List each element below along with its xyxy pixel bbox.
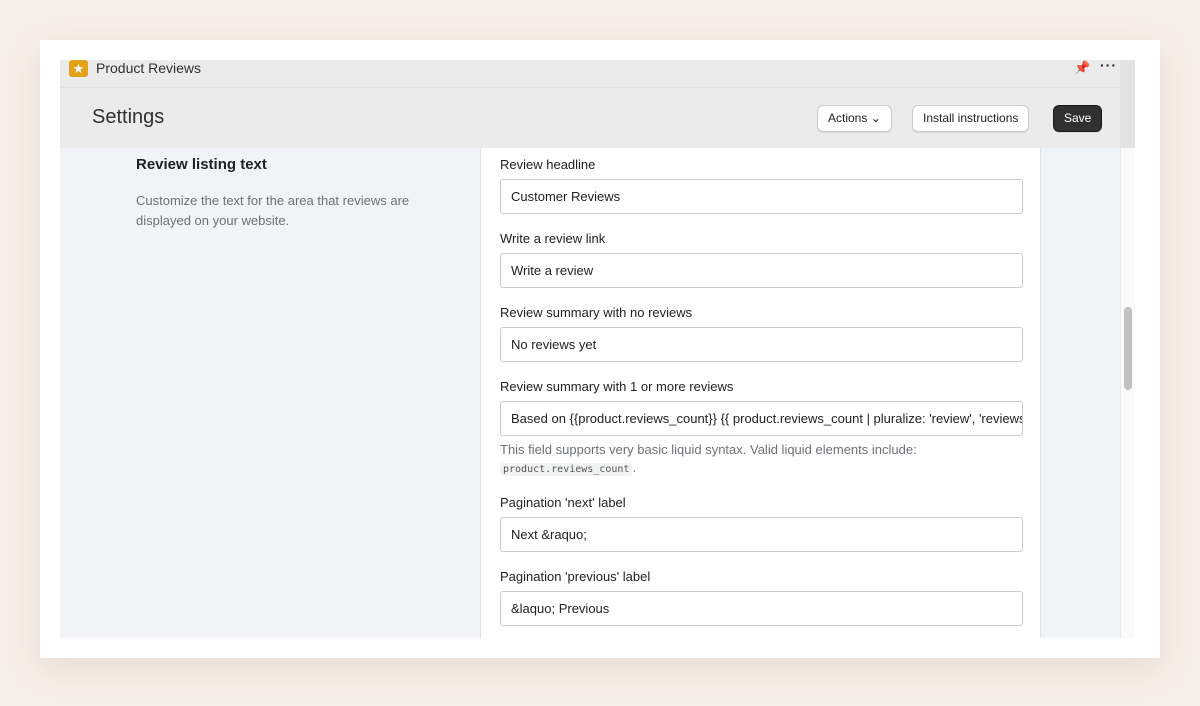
review-headline-input[interactable]: Customer Reviews bbox=[500, 179, 1023, 214]
star-icon: ★ bbox=[69, 60, 88, 77]
no-reviews-summary-input[interactable]: No reviews yet bbox=[500, 327, 1023, 362]
section-info: Review listing text Customize the text f… bbox=[136, 156, 436, 231]
right-padding bbox=[1041, 148, 1120, 638]
field-label: Write a review link bbox=[500, 231, 606, 246]
pagination-previous-field: Pagination 'previous' label &laquo; Prev… bbox=[500, 569, 1023, 626]
page-header: Settings Actions ⌄ Install instructions … bbox=[60, 88, 1120, 148]
help-text-main: This field supports very basic liquid sy… bbox=[500, 442, 917, 457]
page-title: Settings bbox=[92, 106, 165, 128]
save-button[interactable]: Save bbox=[1053, 105, 1103, 132]
section-description: Customize the text for the area that rev… bbox=[136, 193, 410, 228]
window-edge bbox=[1120, 60, 1135, 148]
field-label: Pagination 'next' label bbox=[500, 495, 626, 510]
field-label: Pagination 'previous' label bbox=[500, 569, 651, 584]
actions-button[interactable]: Actions ⌄ bbox=[817, 105, 892, 132]
help-code: product.reviews_count bbox=[500, 463, 633, 476]
pin-icon[interactable]: 📌 bbox=[1074, 60, 1090, 76]
field-label: Review headline bbox=[500, 157, 596, 172]
help-text: This field supports very basic liquid sy… bbox=[500, 441, 1023, 479]
reviews-summary-field: Review summary with 1 or more reviews Ba… bbox=[500, 379, 1023, 479]
scrollbar[interactable] bbox=[1120, 148, 1135, 638]
pagination-previous-input[interactable]: &laquo; Previous bbox=[500, 591, 1023, 626]
title-bar: ★ Product Reviews 📌 ··· bbox=[60, 60, 1120, 88]
section-title: Review listing text bbox=[136, 156, 267, 173]
reviews-summary-input[interactable]: Based on {{product.reviews_count}} {{ pr… bbox=[500, 401, 1023, 436]
help-text-end: . bbox=[632, 460, 637, 475]
field-label: Review summary with no reviews bbox=[500, 305, 693, 320]
write-review-link-field: Write a review link Write a review bbox=[500, 231, 1023, 288]
install-instructions-button[interactable]: Install instructions bbox=[912, 105, 1030, 132]
no-reviews-summary-field: Review summary with no reviews No review… bbox=[500, 305, 1023, 362]
app-title: Product Reviews bbox=[96, 60, 202, 76]
pagination-next-field: Pagination 'next' label Next &raquo; bbox=[500, 495, 1023, 552]
chevron-down-icon: ⌄ bbox=[870, 111, 881, 125]
write-review-link-input[interactable]: Write a review bbox=[500, 253, 1023, 288]
field-label: Review summary with 1 or more reviews bbox=[500, 379, 734, 394]
actions-label: Actions bbox=[828, 111, 868, 125]
more-icon[interactable]: ··· bbox=[1100, 60, 1117, 73]
settings-card: Review headline Customer Reviews Write a… bbox=[480, 148, 1041, 638]
pagination-next-input[interactable]: Next &raquo; bbox=[500, 517, 1023, 552]
app-window: ★ Product Reviews 📌 ··· Settings Actions… bbox=[60, 60, 1135, 638]
review-headline-field: Review headline Customer Reviews bbox=[500, 157, 1023, 214]
scrollbar-thumb[interactable] bbox=[1124, 307, 1132, 390]
